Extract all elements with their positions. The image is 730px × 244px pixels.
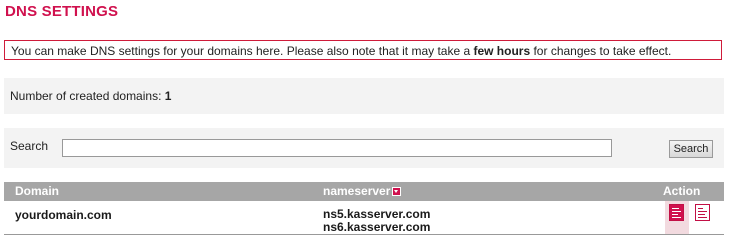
row-domain: yourdomain.com [15, 208, 112, 222]
edit-dns-icon[interactable] [669, 204, 684, 221]
domain-table: Domain nameserver Action yourdomain.com … [4, 182, 724, 235]
sort-down-icon[interactable] [392, 187, 402, 197]
notice-text-after: for changes to take effect. [530, 44, 672, 58]
dns-info-icon[interactable] [695, 204, 710, 221]
row-nameserver-2: ns6.kasserver.com [323, 220, 431, 234]
column-header-domain: Domain [15, 184, 60, 198]
domain-count-panel: Number of created domains: 1 [4, 78, 724, 114]
row-actions [665, 201, 715, 234]
nameserver-header-label: nameserver [323, 184, 391, 198]
row-nameserver-1: ns5.kasserver.com [323, 207, 431, 221]
info-notice: You can make DNS settings for your domai… [4, 40, 722, 60]
notice-bold: few hours [473, 44, 531, 58]
page-title: DNS SETTINGS [5, 3, 119, 20]
domain-count-label: Number of created domains: [10, 89, 165, 103]
search-panel: Search Search [4, 128, 724, 168]
column-header-nameserver[interactable]: nameserver [323, 184, 402, 198]
domain-count-value: 1 [164, 89, 172, 103]
notice-text-before: You can make DNS settings for your domai… [11, 44, 474, 58]
search-label: Search [10, 139, 49, 153]
row-nameservers: ns5.kasserver.com ns6.kasserver.com [323, 208, 430, 234]
column-header-action: Action [663, 184, 701, 198]
search-input[interactable] [62, 139, 612, 157]
table-header: Domain nameserver Action [4, 182, 724, 201]
table-row: yourdomain.com ns5.kasserver.com ns6.kas… [4, 201, 724, 235]
search-button[interactable]: Search [669, 140, 713, 158]
